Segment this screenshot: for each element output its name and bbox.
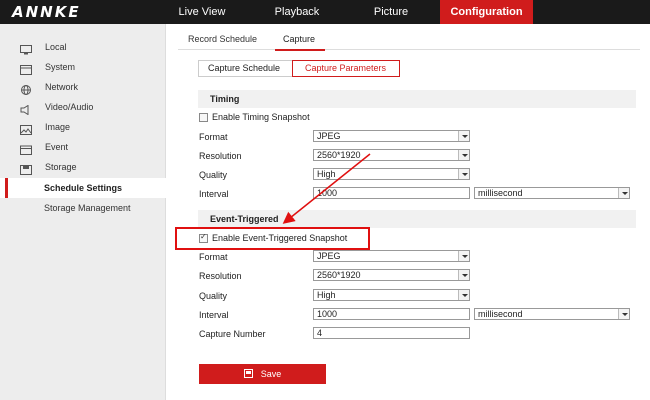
event-resolution-label: Resolution — [199, 271, 242, 281]
sidebar-item-local[interactable]: Local — [0, 37, 166, 57]
save-icon — [243, 369, 253, 378]
capture-number-label: Capture Number — [199, 329, 266, 339]
speaker-icon — [20, 102, 32, 116]
chevron-down-icon — [458, 150, 469, 160]
sidebar-item-label: Event — [45, 142, 69, 152]
subtab-capture-schedule[interactable]: Capture Schedule — [198, 60, 293, 77]
sidebar-item-label: Schedule Settings — [44, 183, 123, 193]
timing-format-select[interactable]: JPEG — [313, 130, 470, 142]
chevron-down-icon — [618, 188, 629, 198]
selected-value: millisecond — [478, 188, 523, 198]
event-interval-label: Interval — [199, 310, 229, 320]
timing-section-header: Timing — [198, 90, 636, 108]
system-icon — [20, 62, 32, 75]
sidebar-item-label: Image — [45, 122, 71, 132]
sidebar-item-storage-management[interactable]: Storage Management — [0, 198, 166, 218]
top-bar: ANNKE Live View Playback Picture Configu… — [0, 0, 650, 24]
selected-value: 2560*1920 — [317, 270, 361, 280]
timing-interval-input[interactable]: 1000 — [313, 187, 470, 199]
sidebar-item-label: Storage Management — [44, 203, 131, 213]
sidebar: Local System Network Video/Audio Image E… — [0, 24, 166, 400]
chevron-down-icon — [458, 290, 469, 300]
chevron-down-icon — [458, 270, 469, 280]
sidebar-item-image[interactable]: Image — [0, 117, 166, 137]
active-tab-indicator — [275, 49, 325, 51]
nav-picture[interactable]: Picture — [349, 0, 433, 24]
nav-playback[interactable]: Playback — [255, 0, 339, 24]
tab-bar: Record Schedule Capture — [178, 28, 640, 50]
timing-quality-select[interactable]: High — [313, 168, 470, 180]
sidebar-item-storage[interactable]: Storage — [0, 157, 166, 177]
selected-value: High — [317, 169, 336, 179]
tab-record-schedule[interactable]: Record Schedule — [188, 34, 257, 44]
selected-value: 2560*1920 — [317, 150, 361, 160]
timing-enable-checkbox[interactable] — [199, 113, 208, 122]
chevron-down-icon — [458, 251, 469, 261]
event-quality-select[interactable]: High — [313, 289, 470, 301]
selected-value: High — [317, 290, 336, 300]
timing-resolution-label: Resolution — [199, 151, 242, 161]
sidebar-item-label: Local — [45, 42, 67, 52]
save-button[interactable]: Save — [199, 364, 326, 384]
sidebar-item-system[interactable]: System — [0, 57, 166, 77]
globe-icon — [20, 82, 32, 95]
event-section-header: Event-Triggered — [198, 210, 636, 228]
timing-interval-unit-select[interactable]: millisecond — [474, 187, 630, 199]
selected-value: millisecond — [478, 309, 523, 319]
calendar-icon — [20, 142, 32, 155]
event-interval-input[interactable]: 1000 — [313, 308, 470, 320]
image-icon — [20, 122, 32, 135]
disk-icon — [20, 162, 32, 175]
selected-value: JPEG — [317, 251, 341, 261]
chevron-down-icon — [458, 169, 469, 179]
capture-number-input[interactable]: 4 — [313, 327, 470, 339]
nav-live-view[interactable]: Live View — [160, 0, 244, 24]
sidebar-item-label: Network — [45, 82, 79, 92]
subtab-capture-parameters[interactable]: Capture Parameters — [292, 60, 400, 77]
sidebar-item-label: System — [45, 62, 76, 72]
chevron-down-icon — [458, 131, 469, 141]
sidebar-item-event[interactable]: Event — [0, 137, 166, 157]
sidebar-item-label: Video/Audio — [45, 102, 94, 112]
timing-interval-label: Interval — [199, 189, 229, 199]
monitor-icon — [20, 42, 32, 55]
timing-enable-label: Enable Timing Snapshot — [212, 112, 310, 122]
save-button-label: Save — [260, 369, 282, 379]
sidebar-item-network[interactable]: Network — [0, 77, 166, 97]
sidebar-item-schedule-settings[interactable]: Schedule Settings — [0, 178, 166, 198]
selected-value: JPEG — [317, 131, 341, 141]
event-resolution-select[interactable]: 2560*1920 — [313, 269, 470, 281]
event-format-select[interactable]: JPEG — [313, 250, 470, 262]
chevron-down-icon — [618, 309, 629, 319]
tab-capture[interactable]: Capture — [283, 34, 315, 44]
event-format-label: Format — [199, 252, 228, 262]
timing-quality-label: Quality — [199, 170, 228, 180]
event-interval-unit-select[interactable]: millisecond — [474, 308, 630, 320]
sidebar-item-label: Storage — [45, 162, 77, 172]
brand-logo: ANNKE — [12, 3, 81, 21]
nav-configuration[interactable]: Configuration — [440, 0, 533, 24]
event-quality-label: Quality — [199, 291, 228, 301]
annotation-highlight-box — [175, 227, 370, 250]
sidebar-item-video-audio[interactable]: Video/Audio — [0, 97, 166, 117]
timing-format-label: Format — [199, 132, 228, 142]
timing-resolution-select[interactable]: 2560*1920 — [313, 149, 470, 161]
